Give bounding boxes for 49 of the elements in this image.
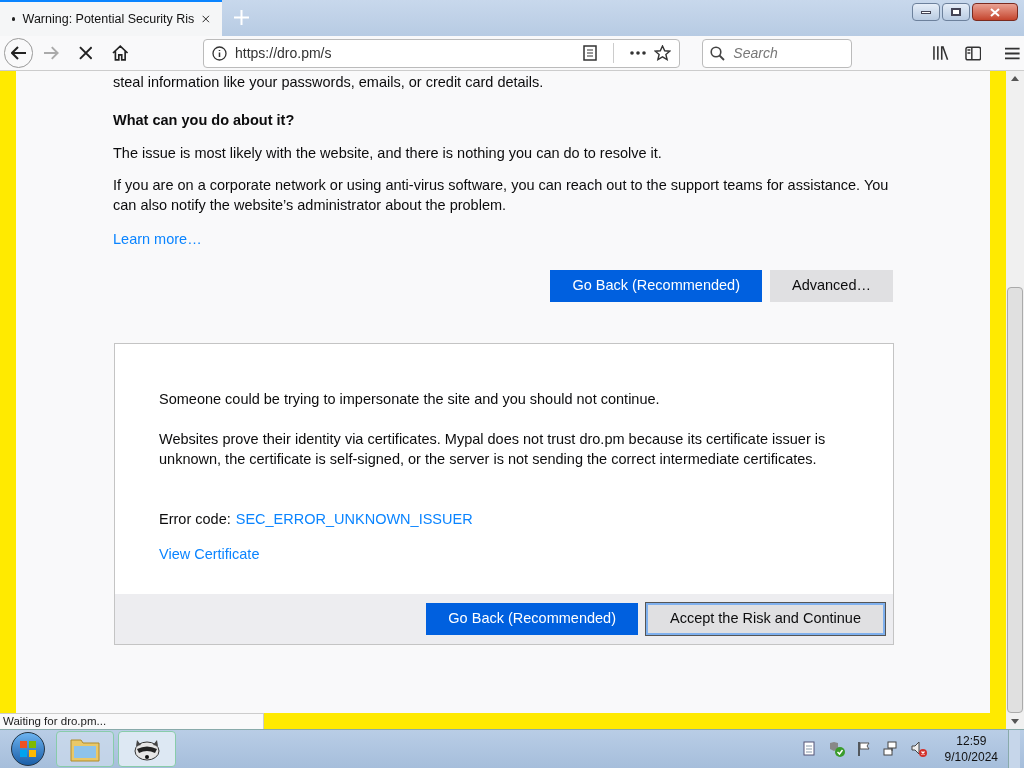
address-bar[interactable]: https://dro.pm/s xyxy=(203,38,681,68)
more-icon[interactable] xyxy=(630,51,647,56)
browser-tab[interactable]: Warning: Potential Security Ris xyxy=(0,0,222,36)
status-text: Waiting for dro.pm... xyxy=(0,713,264,730)
sidebar-icon[interactable] xyxy=(964,45,982,61)
close-window-button[interactable] xyxy=(972,3,1018,21)
muted-speaker-icon[interactable] xyxy=(910,740,927,757)
body-text: If you are on a corporate network or using anti-virus software, you can reach out to the support teams for assistance. You can also notify the website’s administrator about the problem. xyxy=(113,176,890,216)
flag-icon[interactable] xyxy=(856,741,871,757)
back-arrow-icon xyxy=(10,46,27,61)
body-text: steal information like your passwords, emails, or credit card details. xyxy=(113,73,545,93)
search-icon xyxy=(710,45,726,61)
error-code-link[interactable]: SEC_ERROR_UNKNOWN_ISSUER xyxy=(235,509,473,530)
go-back-button[interactable]: Go Back (Recommended) xyxy=(550,270,762,303)
accept-risk-button[interactable]: Accept the Risk and Continue xyxy=(645,603,885,636)
network-icon[interactable] xyxy=(882,740,899,757)
advanced-button[interactable]: Advanced… xyxy=(770,270,893,303)
scroll-up-icon[interactable] xyxy=(1011,76,1019,82)
home-icon[interactable] xyxy=(112,45,129,62)
minimize-button[interactable] xyxy=(912,3,940,21)
clock-date[interactable]: 9/10/2024 xyxy=(944,748,998,765)
reader-view-icon[interactable] xyxy=(583,45,598,62)
scroll-down-icon[interactable] xyxy=(1011,718,1019,724)
close-icon[interactable] xyxy=(202,13,210,25)
info-icon[interactable] xyxy=(212,45,227,61)
star-icon[interactable] xyxy=(654,45,672,62)
body-text: The issue is most likely with the website, and there is nothing you can do to resolve it. xyxy=(113,144,663,164)
clock-time[interactable]: 12:59 xyxy=(956,732,987,749)
search-field[interactable]: Search xyxy=(702,38,853,68)
section-heading: What can you do about it? xyxy=(113,111,296,131)
body-text: Someone could be trying to impersonate the site and you should not continue. xyxy=(159,390,661,410)
url-text: https://dro.pm/s xyxy=(235,43,333,63)
body-text: Websites prove their identity via certificates. Mypal does not trust dro.pm because its certificate issuer is unknown, the certificate is self-signed, or the server is not sending the correct intermediate certificates. xyxy=(159,430,827,470)
shield-icon[interactable] xyxy=(828,740,845,757)
library-icon[interactable] xyxy=(932,45,949,62)
taskbar-item[interactable] xyxy=(118,730,176,767)
tab-title: Warning: Potential Security Ris xyxy=(22,10,195,28)
stop-icon[interactable] xyxy=(78,46,93,61)
minimize-icon xyxy=(921,10,931,14)
document-icon[interactable] xyxy=(802,741,815,757)
close-icon xyxy=(990,7,1000,17)
go-back-button[interactable]: Go Back (Recommended) xyxy=(426,603,638,636)
view-certificate-link[interactable]: View Certificate xyxy=(159,544,260,565)
scrollbar[interactable] xyxy=(1006,71,1024,714)
error-code-label: Error code: xyxy=(159,510,231,530)
menu-icon[interactable] xyxy=(1005,46,1020,60)
restore-icon xyxy=(951,8,961,16)
restore-button[interactable] xyxy=(942,3,970,21)
scrollbar-thumb[interactable] xyxy=(1007,287,1023,714)
